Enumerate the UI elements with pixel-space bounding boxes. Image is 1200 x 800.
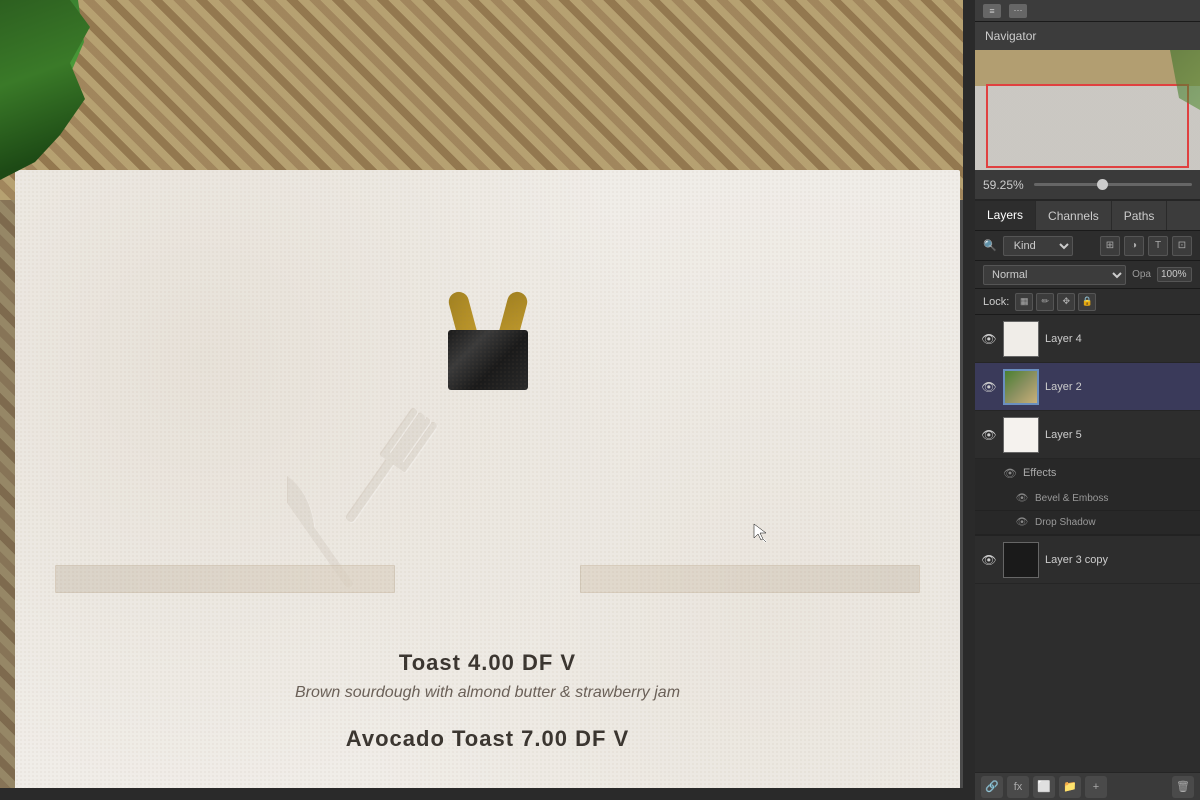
- lock-all-btn[interactable]: 🔒: [1078, 293, 1096, 311]
- filter-pixel-btn[interactable]: ⊞: [1100, 236, 1120, 256]
- filter-row: 🔍 Kind ⊞ ◑ T ⊡: [975, 231, 1200, 261]
- zoom-value: 59.25%: [983, 178, 1028, 192]
- kind-select[interactable]: Kind: [1003, 236, 1073, 256]
- menu-item-1-desc: Brown sourdough with almond butter & str…: [15, 684, 960, 702]
- layer2-visibility-toggle[interactable]: 👁: [981, 379, 997, 395]
- filter-type-btn[interactable]: T: [1148, 236, 1168, 256]
- effects-header: 👁 Effects: [975, 459, 1200, 487]
- blend-mode-select[interactable]: Normal: [983, 265, 1126, 285]
- effect-bevel-emboss[interactable]: 👁 Bevel & Emboss: [975, 487, 1200, 511]
- filter-adj-btn[interactable]: ◑: [1124, 236, 1144, 256]
- layer5-name: Layer 5: [1045, 429, 1194, 441]
- navigator-title: Navigator: [985, 29, 1036, 43]
- binder-clip: [428, 290, 548, 390]
- link-layers-btn[interactable]: 🔗: [981, 776, 1003, 798]
- layer4-name: Layer 4: [1045, 333, 1194, 345]
- bevel-emboss-label: Bevel & Emboss: [1035, 493, 1108, 504]
- app-window: Toast 4.00 DF V Brown sourdough with alm…: [0, 0, 1200, 800]
- navigator-preview: [975, 50, 1200, 170]
- opacity-label: Opa: [1132, 269, 1151, 280]
- bevel-eye[interactable]: 👁: [1015, 492, 1029, 506]
- menu-text-area: Toast 4.00 DF V Brown sourdough with alm…: [15, 650, 960, 752]
- panel-top-bar: ≡ ⋯: [975, 0, 1200, 22]
- navigator-header: Navigator: [975, 22, 1200, 50]
- vertical-scrollbar[interactable]: [963, 0, 975, 788]
- navigator-preview-image: [975, 50, 1200, 170]
- effects-group: 👁 Effects 👁 Bevel & Emboss 👁 Drop Shadow: [975, 459, 1200, 536]
- blend-mode-row: Normal Opa: [975, 261, 1200, 289]
- lock-icons-group: ▦ ✏ ✥ 🔒: [1015, 293, 1096, 311]
- zoom-slider-thumb: [1097, 179, 1108, 190]
- filter-icons: ⊞ ◑ T ⊡: [1100, 236, 1192, 256]
- layers-list: 👁 Layer 4 👁 Layer 2 👁 Layer 5: [975, 315, 1200, 772]
- layer-item-layer2[interactable]: 👁 Layer 2: [975, 363, 1200, 411]
- zoom-slider[interactable]: [1034, 183, 1192, 186]
- effect-drop-shadow[interactable]: 👁 Drop Shadow: [975, 511, 1200, 535]
- clip-arm-right: [493, 290, 529, 358]
- new-layer-btn[interactable]: +: [1085, 776, 1107, 798]
- layer4-visibility-toggle[interactable]: 👁: [981, 331, 997, 347]
- delete-layer-btn[interactable]: 🗑: [1172, 776, 1194, 798]
- lock-move-btn[interactable]: ✥: [1057, 293, 1075, 311]
- tab-paths[interactable]: Paths: [1112, 201, 1168, 230]
- panel-expand-btn[interactable]: ⋯: [1009, 4, 1027, 18]
- layer4-thumbnail: [1003, 321, 1039, 357]
- add-mask-btn[interactable]: ⬜: [1033, 776, 1055, 798]
- new-group-btn[interactable]: 📁: [1059, 776, 1081, 798]
- shadow-eye[interactable]: 👁: [1015, 516, 1029, 530]
- tab-channels[interactable]: Channels: [1036, 201, 1112, 230]
- embossed-cutlery-icon: [288, 390, 488, 610]
- menu-item-2-title: Avocado Toast 7.00 DF V: [15, 726, 960, 752]
- zoom-bar: 59.25%: [975, 170, 1200, 200]
- layer5-visibility-toggle[interactable]: 👁: [981, 427, 997, 443]
- layer2-name: Layer 2: [1045, 381, 1194, 393]
- clip-arm-left: [446, 290, 482, 358]
- effects-eye[interactable]: 👁: [1003, 467, 1017, 480]
- right-panel: ≡ ⋯ Navigator 59.25%: [975, 0, 1200, 800]
- layer-item-layer3copy[interactable]: 👁 Layer 3 copy: [975, 536, 1200, 584]
- layer2-thumbnail: [1003, 369, 1039, 405]
- layer3copy-visibility-toggle[interactable]: 👁: [981, 552, 997, 568]
- layer3copy-thumbnail: [1003, 542, 1039, 578]
- navigator-section: Navigator 59.25%: [975, 22, 1200, 201]
- menu-card: Toast 4.00 DF V Brown sourdough with alm…: [15, 170, 960, 800]
- layer-item-layer4[interactable]: 👁 Layer 4: [975, 315, 1200, 363]
- menu-item-1-title: Toast 4.00 DF V: [15, 650, 960, 676]
- opacity-input[interactable]: [1157, 267, 1192, 282]
- tab-layers[interactable]: Layers: [975, 201, 1036, 230]
- layer-item-layer5[interactable]: 👁 Layer 5: [975, 411, 1200, 459]
- panel-tabs: Layers Channels Paths: [975, 201, 1200, 231]
- panel-menu-btn[interactable]: ≡: [983, 4, 1001, 18]
- lock-transparent-btn[interactable]: ▦: [1015, 293, 1033, 311]
- kind-label: 🔍: [983, 239, 997, 252]
- add-style-btn[interactable]: fx: [1007, 776, 1029, 798]
- decorative-line-left: [55, 565, 395, 593]
- lock-row: Lock: ▦ ✏ ✥ 🔒: [975, 289, 1200, 315]
- layer3copy-name: Layer 3 copy: [1045, 554, 1194, 566]
- layer5-thumbnail: [1003, 417, 1039, 453]
- lock-paint-btn[interactable]: ✏: [1036, 293, 1054, 311]
- layers-bottom-toolbar: 🔗 fx ⬜ 📁 + 🗑: [975, 772, 1200, 800]
- effects-label: Effects: [1023, 467, 1056, 479]
- drop-shadow-label: Drop Shadow: [1035, 517, 1096, 528]
- lock-label: Lock:: [983, 296, 1009, 308]
- clip-arms: [463, 290, 513, 355]
- horizontal-scrollbar[interactable]: [0, 788, 975, 800]
- decorative-line-right: [580, 565, 920, 593]
- filter-toggle-btn[interactable]: ⊡: [1172, 236, 1192, 256]
- clip-body: [448, 330, 528, 390]
- canvas-area[interactable]: Toast 4.00 DF V Brown sourdough with alm…: [0, 0, 975, 800]
